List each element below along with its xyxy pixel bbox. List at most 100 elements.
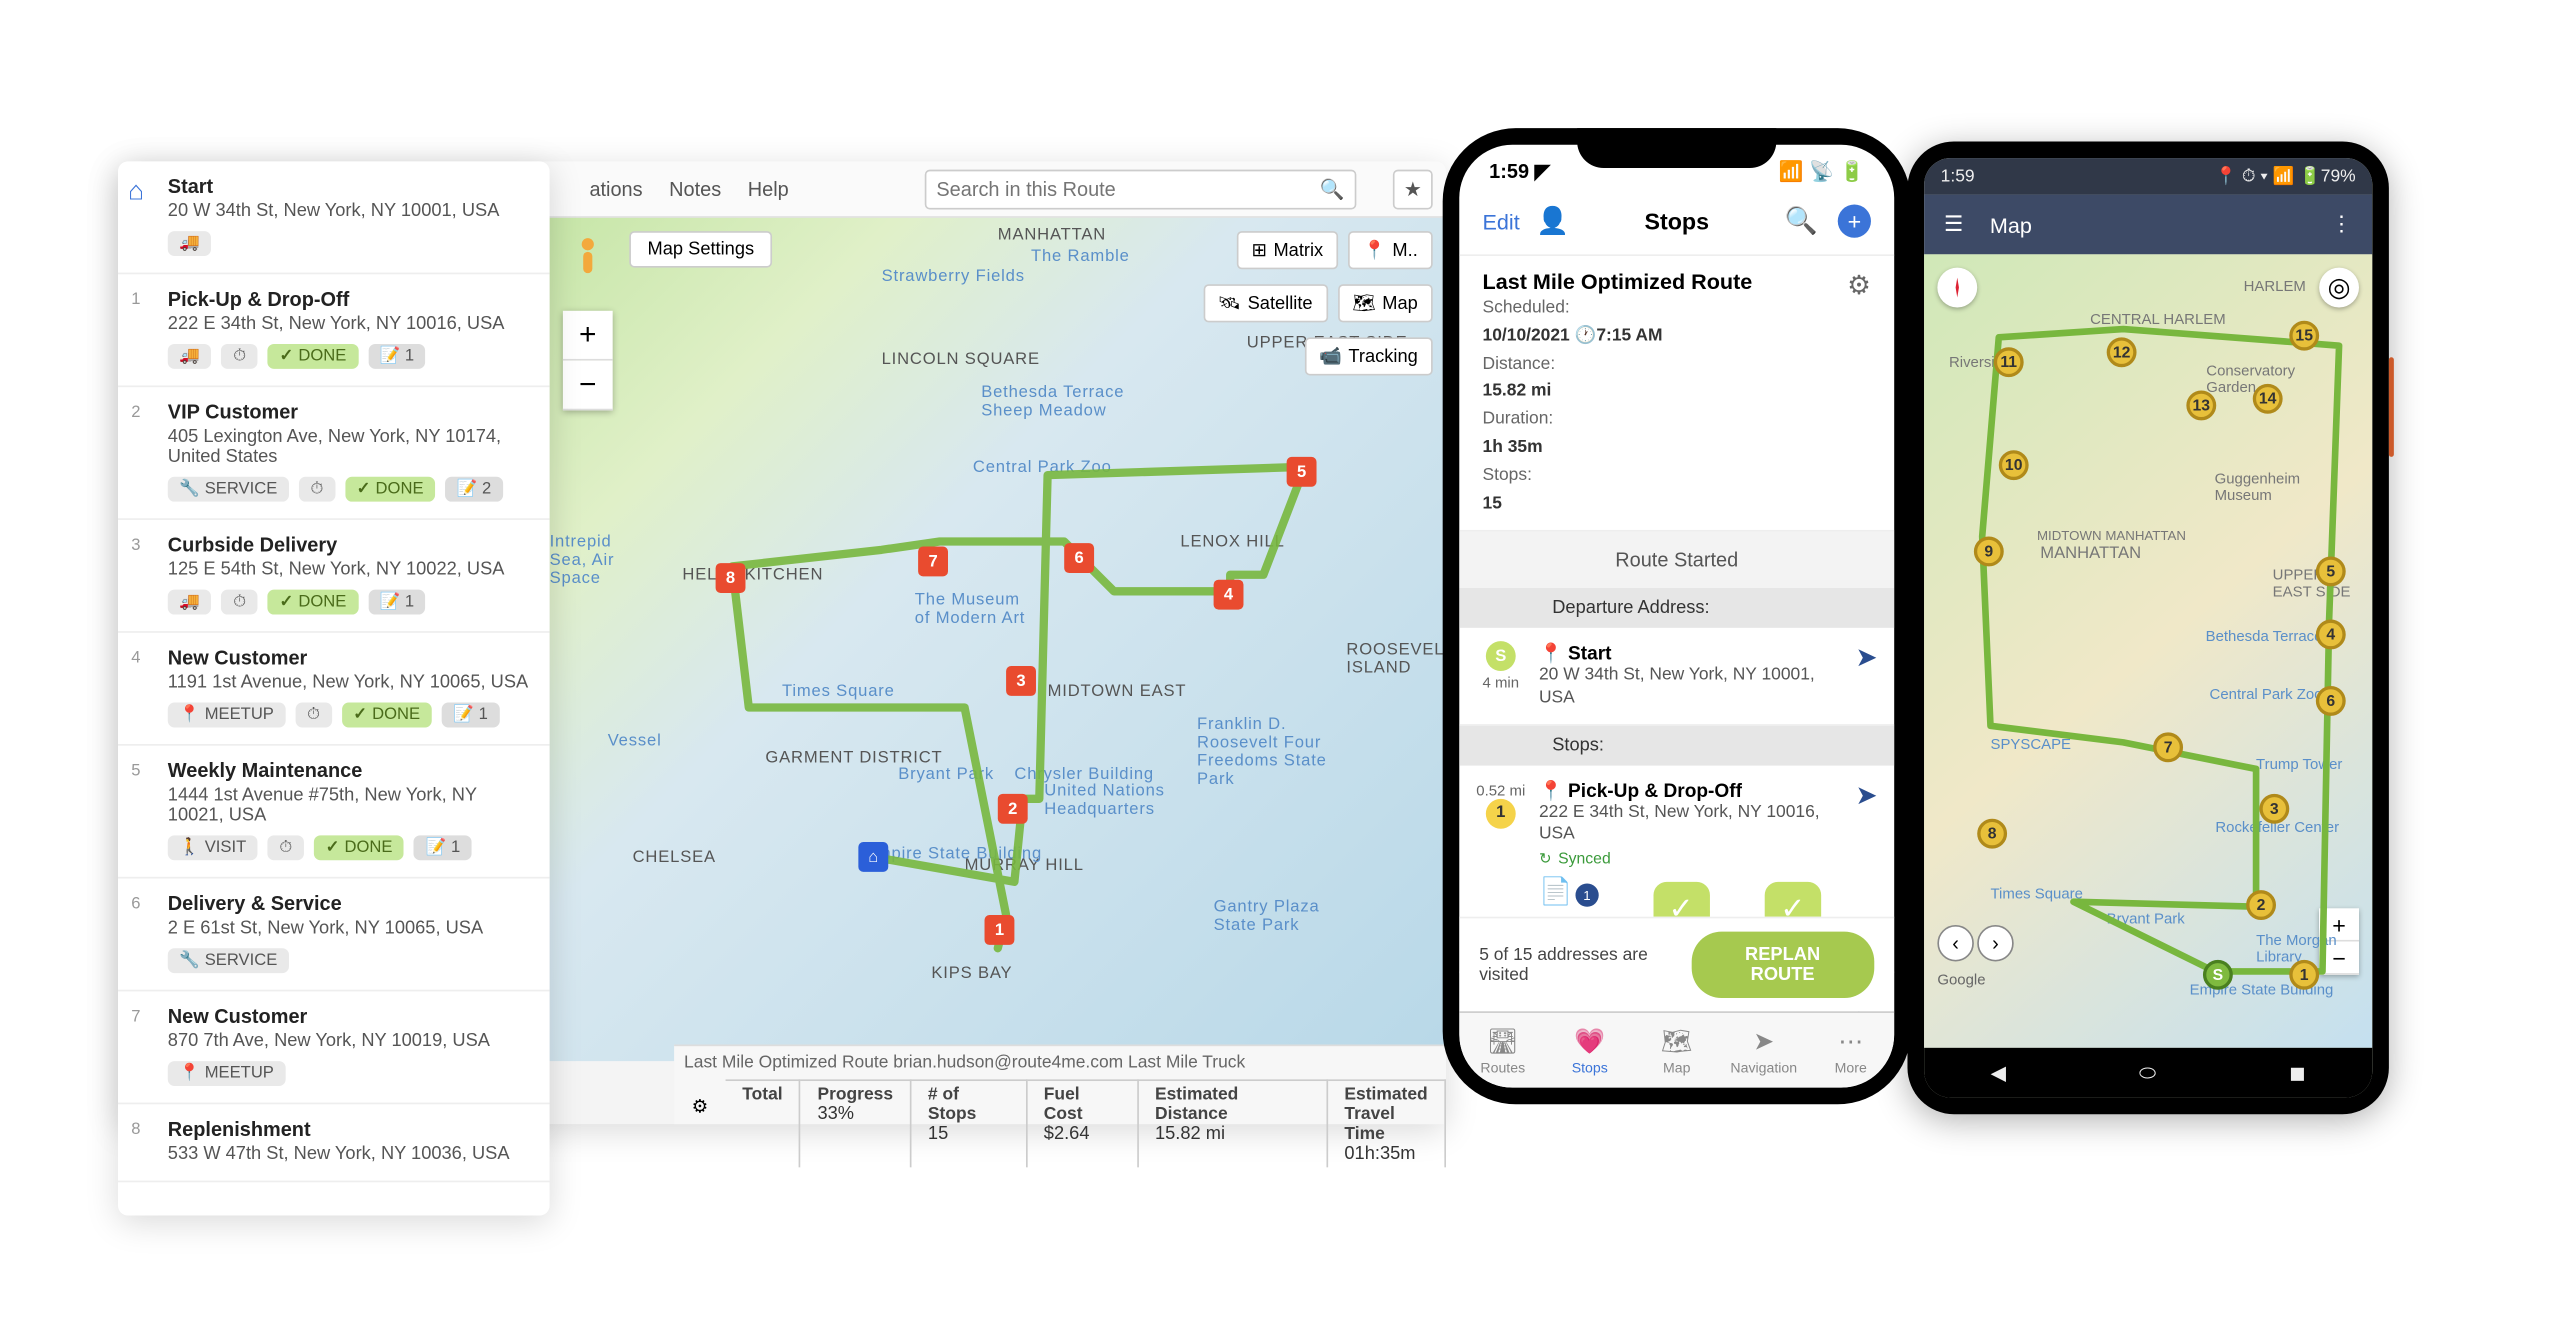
map-layers-button[interactable]: 🗺 Map xyxy=(1337,284,1432,322)
map-marker[interactable]: 3 xyxy=(2259,794,2289,824)
stop-address: 870 7th Ave, New York, NY 10019, USA xyxy=(168,1031,533,1051)
tab-more[interactable]: ⋯More xyxy=(1807,1013,1894,1088)
map-marker[interactable]: 1 xyxy=(985,915,1015,945)
stop-address: 1191 1st Avenue, New York, NY 10065, USA xyxy=(168,673,533,693)
timer-badge: ⏱ xyxy=(299,477,335,502)
map-marker[interactable]: 1 xyxy=(2289,960,2319,990)
matrix-button[interactable]: ⊞ Matrix xyxy=(1237,231,1339,269)
map-canvas[interactable]: ◎ + − ‹ › Google HARLEM CENTRAL HARLEM R… xyxy=(1924,254,2372,1047)
zoom-out-button[interactable]: − xyxy=(563,361,613,411)
map-settings-button[interactable]: Map Settings xyxy=(629,231,772,268)
map-marker[interactable]: 7 xyxy=(2153,732,2183,762)
tab-routes[interactable]: 🛣Routes xyxy=(1459,1013,1546,1088)
tab-stops[interactable]: 💗Stops xyxy=(1546,1013,1633,1088)
done-badge: ✓ DONE xyxy=(268,344,358,369)
map-marker[interactable]: 2 xyxy=(2246,890,2276,920)
map-marker[interactable]: 9 xyxy=(1974,537,2004,567)
pin-badge: 📍 MEETUP xyxy=(168,1061,286,1086)
search-icon[interactable]: 🔍 xyxy=(1785,205,1818,238)
walk-badge: 🚶 VISIT xyxy=(168,835,258,860)
map-marker[interactable]: 13 xyxy=(2186,390,2216,420)
navigate-icon[interactable]: ➤ xyxy=(1855,642,1877,711)
stop-title: Weekly Maintenance xyxy=(168,759,533,782)
map-marker-start[interactable]: ⌂ xyxy=(858,842,888,872)
stop-title: VIP Customer xyxy=(168,400,533,423)
map-canvas[interactable]: Map Settings + − ⊞ Matrix 📍 M.. 🛰 Satell… xyxy=(550,218,1446,1061)
stop-number: 6 xyxy=(131,895,140,913)
favorite-button[interactable]: ★ xyxy=(1393,169,1433,209)
menu-icon[interactable]: ☰ xyxy=(1944,211,1963,238)
sidebar-stop-item[interactable]: ⌂ Start 20 W 34th St, New York, NY 10001… xyxy=(118,161,550,274)
sidebar-stop-item[interactable]: 7 New Customer 870 7th Ave, New York, NY… xyxy=(118,991,550,1104)
stop-number: 8 xyxy=(131,1121,140,1139)
sidebar-stop-item[interactable]: 2 VIP Customer 405 Lexington Ave, New Yo… xyxy=(118,387,550,520)
truck-badge: 🚚 xyxy=(168,590,212,615)
zoom-in-button[interactable]: + xyxy=(563,311,613,361)
map-marker[interactable]: 6 xyxy=(2316,686,2346,716)
tool-badge: 🔧 SERVICE xyxy=(168,477,289,502)
more-icon[interactable]: ⋮ xyxy=(2331,211,2353,238)
app-bar: ☰ Map ⋮ xyxy=(1924,195,2372,255)
map-marker[interactable]: 2 xyxy=(998,794,1028,824)
sidebar-stop-item[interactable]: 3 Curbside Delivery 125 E 54th St, New Y… xyxy=(118,520,550,633)
bottom-tab-bar: 🛣Routes 💗Stops 🗺Map ➤Navigation ⋯More xyxy=(1459,1011,1894,1087)
gear-icon[interactable]: ⚙ xyxy=(1847,269,1871,302)
sidebar-stop-item[interactable]: 4 New Customer 1191 1st Avenue, New York… xyxy=(118,633,550,746)
stop-title: Pick-Up & Drop-Off xyxy=(168,288,533,311)
status-time: 1:59 ◤ xyxy=(1489,160,1550,183)
search-icon: 🔍 xyxy=(1320,177,1345,200)
map-marker[interactable]: 10 xyxy=(1999,450,2029,480)
stop-address: 125 E 54th St, New York, NY 10022, USA xyxy=(168,560,533,580)
map-marker[interactable]: 4 xyxy=(1214,580,1244,610)
done-badge: ✓ DONE xyxy=(268,590,358,615)
stop-row-start[interactable]: S4 min 📍 Start 20 W 34th St, New York, N… xyxy=(1459,628,1894,725)
notes-badge: 📝 1 xyxy=(414,835,472,860)
replan-button[interactable]: REPLAN ROUTE xyxy=(1691,932,1874,998)
map-marker[interactable]: 8 xyxy=(716,563,746,593)
stop-number: 4 xyxy=(131,649,140,667)
map-marker[interactable]: 6 xyxy=(1064,543,1094,573)
zoom-control: + − xyxy=(563,311,613,411)
route-started-banner: Route Started xyxy=(1459,532,1894,588)
map-marker[interactable]: 5 xyxy=(2316,556,2346,586)
sidebar-stop-item[interactable]: 1 Pick-Up & Drop-Off 222 E 34th St, New … xyxy=(118,274,550,387)
menu-help[interactable]: Help xyxy=(748,177,789,200)
tab-map[interactable]: 🗺Map xyxy=(1633,1013,1720,1088)
streetview-pegman-icon[interactable] xyxy=(570,231,607,291)
map-marker[interactable]: 5 xyxy=(1287,457,1317,487)
edit-button[interactable]: Edit xyxy=(1483,209,1520,234)
sidebar-stop-item[interactable]: 8 Replenishment 533 W 47th St, New York,… xyxy=(118,1104,550,1182)
map-marker[interactable]: 14 xyxy=(2253,384,2283,414)
map-marker-start[interactable]: S xyxy=(2203,960,2233,990)
map-marker[interactable]: 12 xyxy=(2107,337,2137,367)
stop-title: New Customer xyxy=(168,646,533,669)
menu-actions-partial[interactable]: ations xyxy=(589,177,642,200)
add-stop-button[interactable]: + xyxy=(1838,205,1871,238)
android-home-icon[interactable]: ⬭ xyxy=(2139,1060,2156,1085)
driver-icon[interactable]: 👤 xyxy=(1536,205,1569,238)
gear-icon[interactable]: ⚙ xyxy=(681,1086,719,1126)
pin-badge: 📍 MEETUP xyxy=(168,703,286,728)
tracking-button[interactable]: 📹 Tracking xyxy=(1304,337,1433,375)
status-icons: 📶 📡 🔋 xyxy=(1779,160,1864,183)
tab-navigation[interactable]: ➤Navigation xyxy=(1720,1013,1807,1088)
map-marker[interactable]: 7 xyxy=(918,547,948,577)
map-marker[interactable]: 8 xyxy=(1977,819,2007,849)
map-dropdown-button[interactable]: 📍 M.. xyxy=(1348,231,1433,269)
app-header: Edit 👤 Stops 🔍 + xyxy=(1459,198,1894,256)
route-header: Last Mile Optimized Route Scheduled: 10/… xyxy=(1459,256,1894,532)
sidebar-stop-item[interactable]: 5 Weekly Maintenance 1444 1st Avenue #75… xyxy=(118,746,550,879)
satellite-button[interactable]: 🛰 Satellite xyxy=(1203,284,1328,322)
android-recent-icon[interactable]: ◼ xyxy=(2289,1061,2306,1084)
sidebar-stop-item[interactable]: 6 Delivery & Service 2 E 61st St, New Yo… xyxy=(118,879,550,992)
map-marker[interactable]: 15 xyxy=(2289,321,2319,351)
android-back-icon[interactable]: ◀ xyxy=(1991,1061,2006,1084)
tool-badge: 🔧 SERVICE xyxy=(168,948,289,973)
search-input[interactable] xyxy=(936,177,1320,200)
map-marker[interactable]: 4 xyxy=(2316,620,2346,650)
menu-notes[interactable]: Notes xyxy=(669,177,721,200)
search-input-wrap[interactable]: 🔍 xyxy=(925,169,1357,209)
map-marker[interactable]: 11 xyxy=(1994,347,2024,377)
map-marker[interactable]: 3 xyxy=(1006,666,1036,696)
stop-title: Delivery & Service xyxy=(168,892,533,915)
